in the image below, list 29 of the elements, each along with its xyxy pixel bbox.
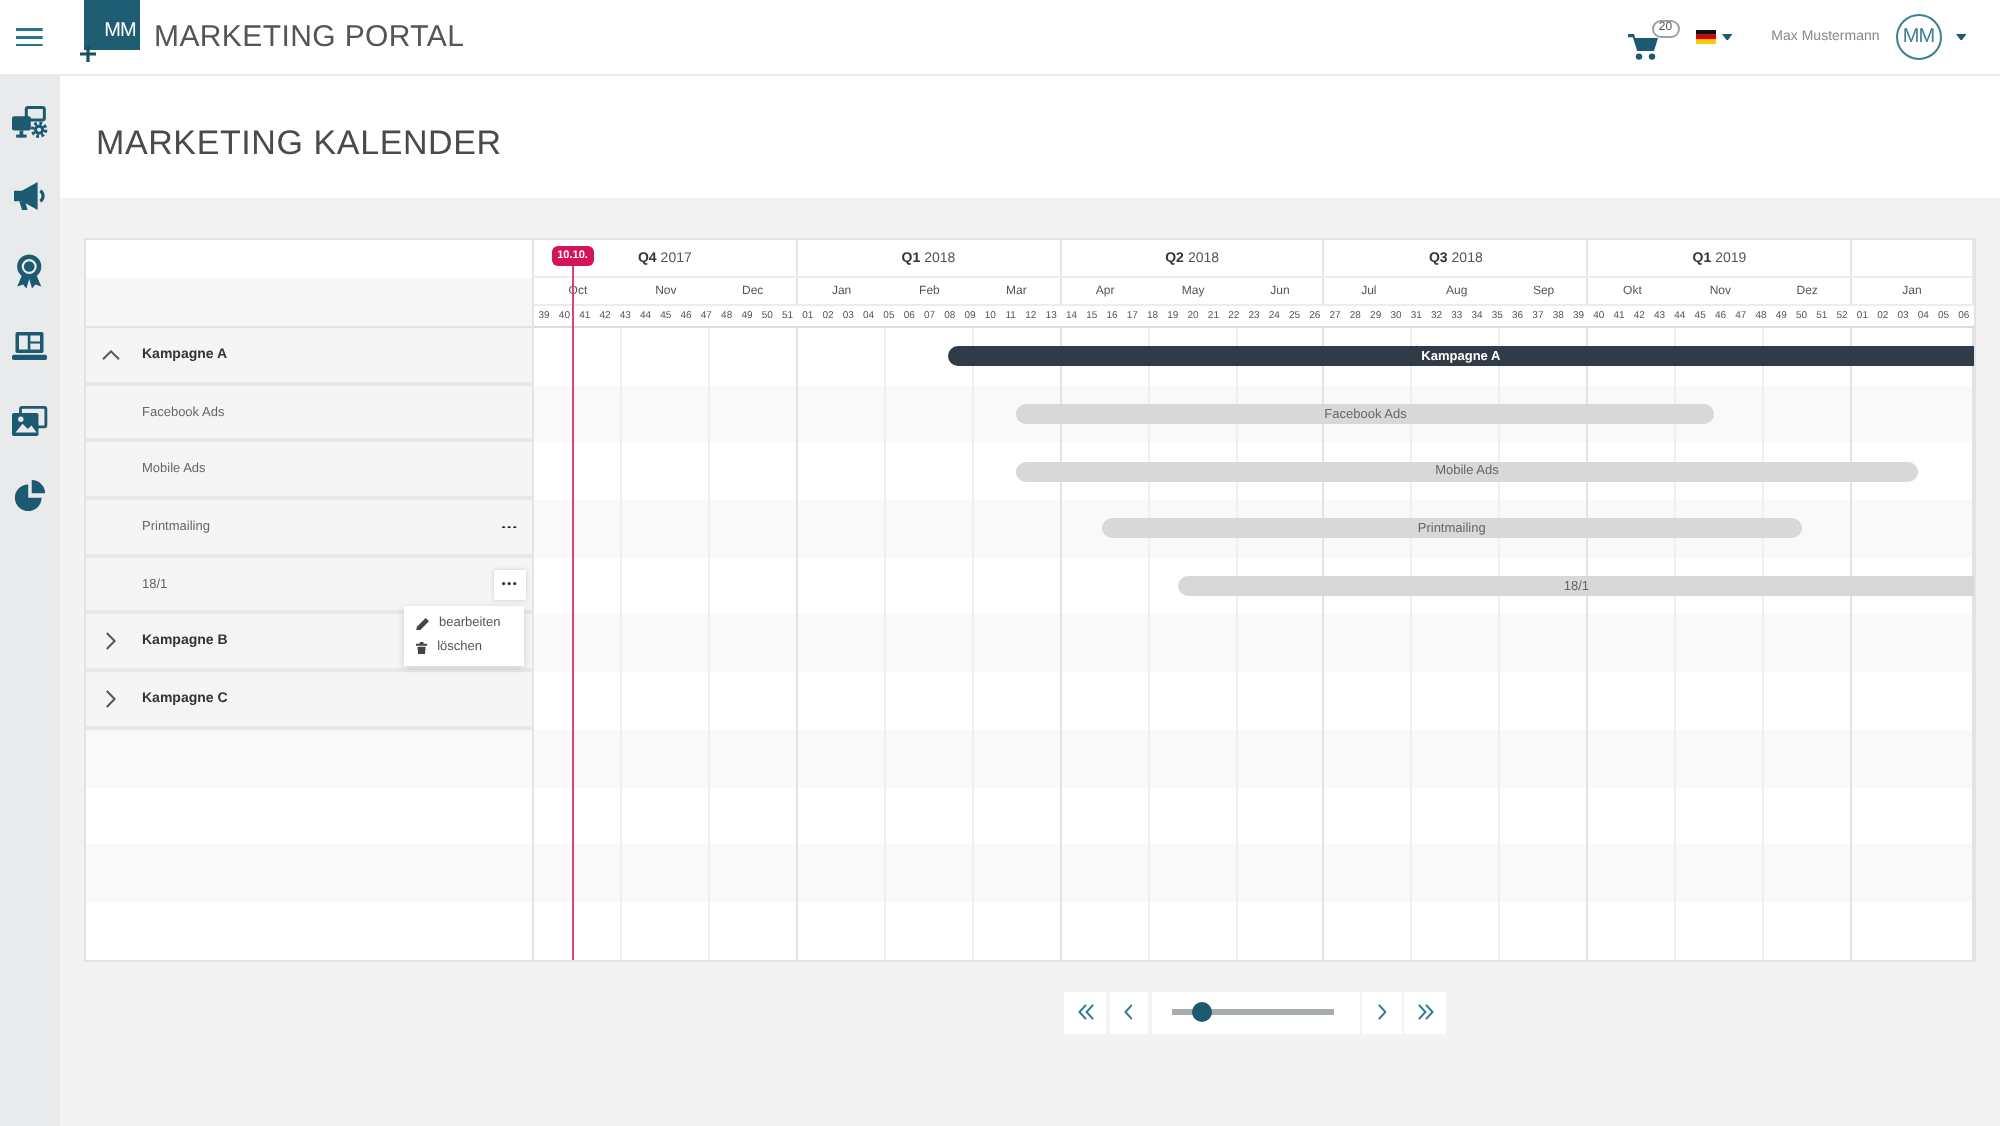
- plus-icon: [80, 46, 96, 62]
- first-button[interactable]: [1064, 991, 1106, 1034]
- photos-icon[interactable]: [12, 406, 48, 437]
- slider-thumb[interactable]: [1192, 1002, 1213, 1023]
- page-title: MARKETING KALENDER: [96, 124, 502, 164]
- double-chevron-left-icon: [1077, 1004, 1093, 1021]
- cart-icon[interactable]: [1627, 33, 1658, 59]
- trash-icon: [416, 641, 428, 654]
- monitors-icon[interactable]: [12, 105, 48, 138]
- chevron-right-icon: [1377, 1004, 1386, 1021]
- chevron-up-icon[interactable]: [102, 349, 120, 360]
- last-button[interactable]: [1404, 991, 1446, 1034]
- chevron-right-icon[interactable]: [106, 632, 116, 651]
- more-button[interactable]: [494, 569, 526, 600]
- chevron-right-icon[interactable]: [106, 689, 116, 708]
- logo[interactable]: MM: [84, 0, 140, 50]
- app-title: MARKETING PORTAL: [154, 20, 465, 54]
- pie-chart-icon[interactable]: [14, 480, 46, 513]
- caret-icon[interactable]: [1722, 33, 1734, 41]
- menu-icon[interactable]: [16, 27, 44, 47]
- caret-icon[interactable]: [1955, 33, 1966, 41]
- flag-icon[interactable]: [1695, 30, 1717, 44]
- previous-button[interactable]: [1109, 991, 1148, 1034]
- avatar[interactable]: MM: [1895, 14, 1942, 60]
- megaphone-icon[interactable]: [14, 182, 46, 211]
- double-chevron-right-icon: [1417, 1004, 1433, 1021]
- laptop-icon[interactable]: [12, 332, 48, 361]
- award-icon[interactable]: [16, 254, 44, 289]
- chevron-left-icon: [1124, 1004, 1133, 1021]
